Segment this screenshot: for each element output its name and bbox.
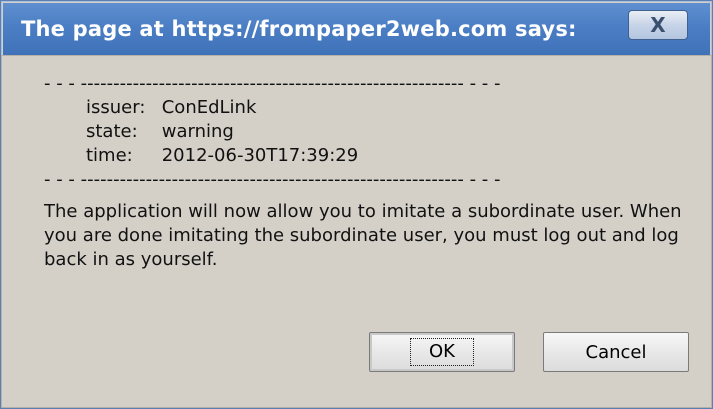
detail-value: warning: [161, 121, 234, 142]
cancel-button[interactable]: Cancel: [543, 332, 689, 372]
alert-dialog: The page at https://frompaper2web.com sa…: [0, 0, 713, 409]
detail-value: ConEdLink: [161, 97, 257, 118]
dialog-buttons: OK Cancel: [369, 332, 689, 372]
close-button[interactable]: X: [628, 10, 688, 40]
dialog-message: - - - ----------------------------------…: [44, 72, 691, 272]
cancel-button-label: Cancel: [585, 341, 647, 363]
dialog-title: The page at https://frompaper2web.com sa…: [21, 17, 577, 41]
detail-value: 2012-06-30T17:39:29: [161, 145, 359, 166]
detail-key: issuer:: [86, 97, 146, 118]
detail-key: state:: [86, 121, 138, 142]
detail-row-time: time: 2012-06-30T17:39:29: [44, 144, 691, 168]
message-divider-top: - - - ----------------------------------…: [44, 73, 501, 94]
dialog-content: - - - ----------------------------------…: [1, 55, 712, 408]
message-paragraph: The application will now allow you to im…: [44, 201, 682, 270]
ok-button[interactable]: OK: [369, 332, 515, 372]
message-divider-bottom: - - - ----------------------------------…: [44, 169, 501, 190]
detail-row-state: state: warning: [44, 120, 691, 144]
ok-button-label: OK: [410, 338, 474, 366]
detail-key: time:: [86, 145, 133, 166]
close-icon: X: [650, 13, 666, 37]
detail-row-issuer: issuer: ConEdLink: [44, 96, 691, 120]
dialog-titlebar: The page at https://frompaper2web.com sa…: [3, 3, 710, 56]
